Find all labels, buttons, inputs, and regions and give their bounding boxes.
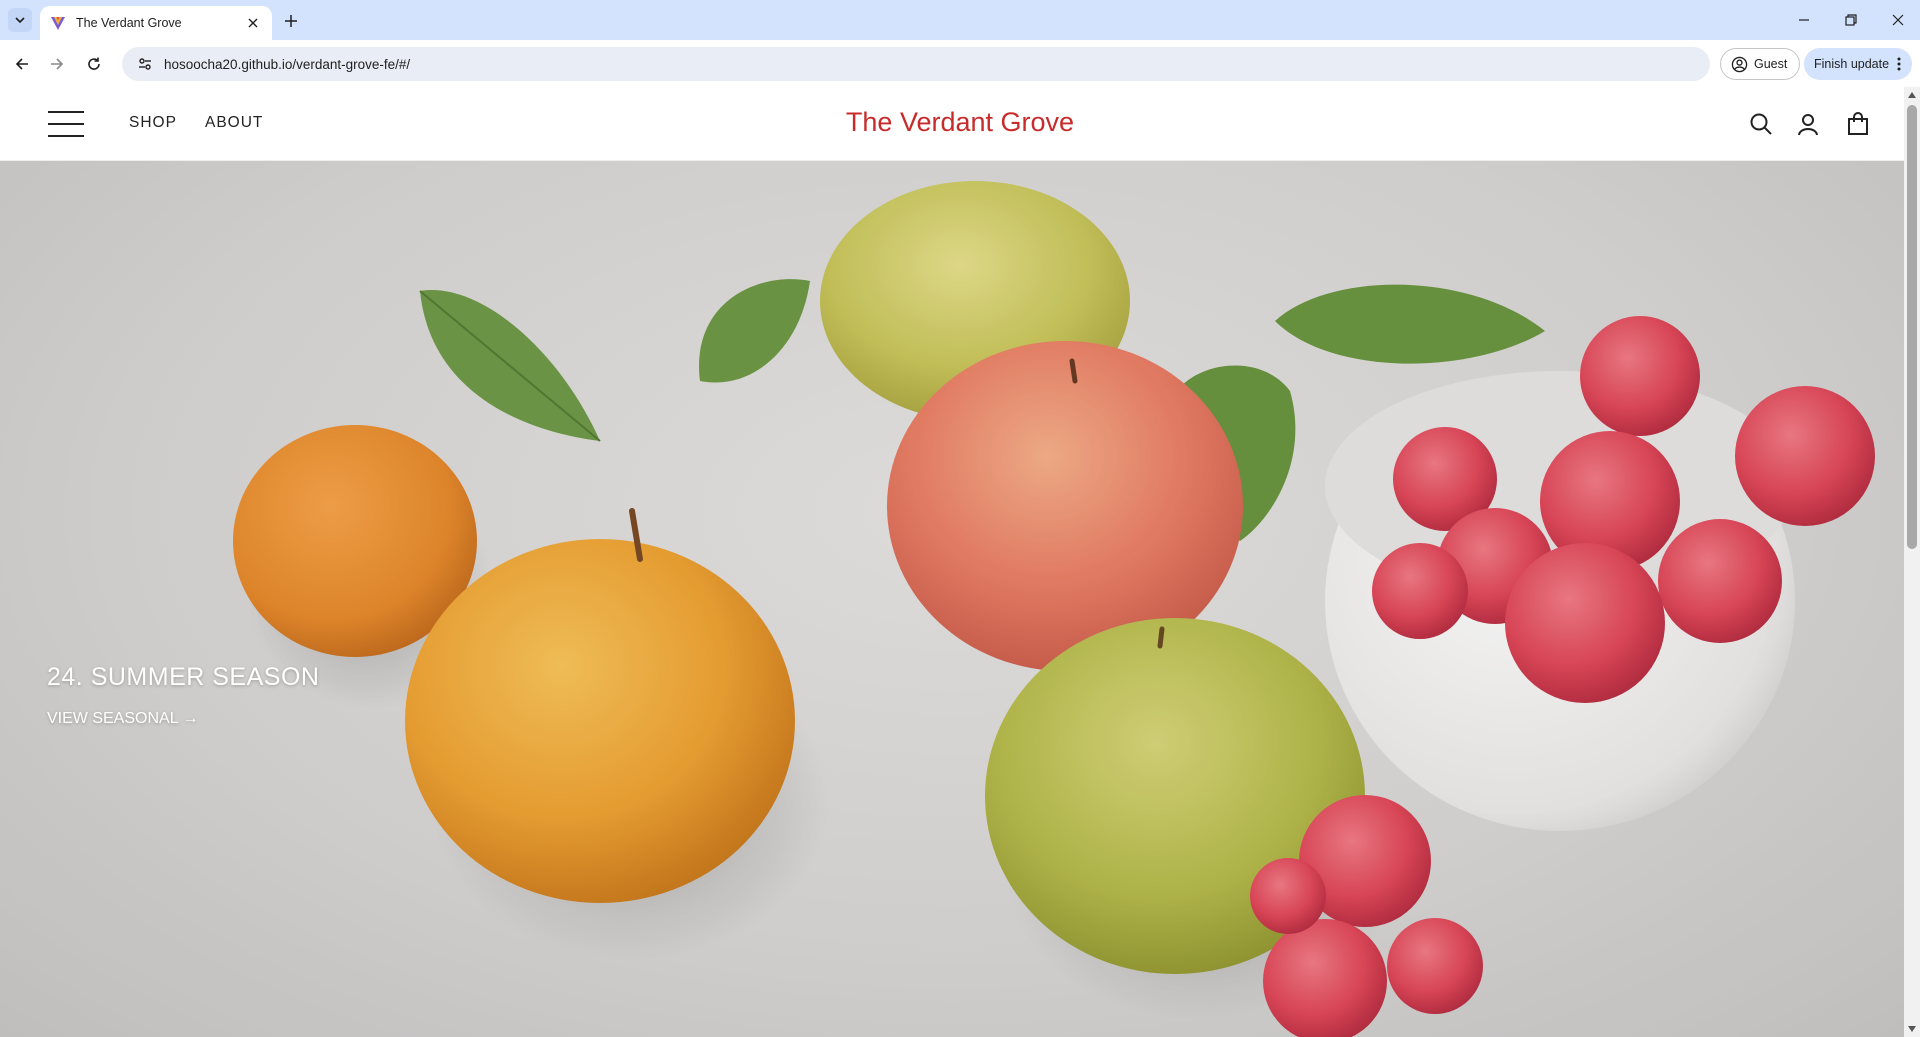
reload-icon bbox=[88, 57, 100, 70]
tab-close-button[interactable] bbox=[244, 14, 262, 32]
chevron-down-icon bbox=[15, 17, 25, 24]
arrow-left-icon bbox=[15, 58, 28, 70]
more-vert-icon bbox=[1897, 57, 1901, 71]
search-icon[interactable] bbox=[1748, 111, 1774, 137]
page-viewport: 24. SUMMER SEASON VIEW SEASONAL → SHOP A… bbox=[0, 87, 1920, 1037]
verdant-grove-favicon-icon bbox=[50, 15, 66, 31]
browser-toolbar: hosoocha20.github.io/verdant-grove-fe/#/… bbox=[0, 40, 1920, 87]
tab-search-button[interactable] bbox=[8, 8, 32, 32]
tab-title: The Verdant Grove bbox=[76, 16, 182, 30]
page-scrollbar[interactable] bbox=[1904, 87, 1920, 1037]
close-window-button[interactable] bbox=[1886, 8, 1910, 32]
browser-tab-active[interactable]: The Verdant Grove bbox=[40, 6, 272, 40]
scroll-down-button[interactable] bbox=[1904, 1021, 1920, 1037]
hero-title: 24. SUMMER SEASON bbox=[47, 663, 320, 691]
account-circle-icon bbox=[1731, 56, 1748, 72]
site-header: SHOP ABOUT The Verdant Grove bbox=[0, 87, 1904, 161]
browser-tabstrip: The Verdant Grove bbox=[0, 0, 1920, 40]
profile-button[interactable]: Guest bbox=[1720, 48, 1800, 80]
finish-update-button[interactable]: Finish update bbox=[1804, 48, 1912, 80]
tune-icon bbox=[139, 58, 151, 70]
finish-update-label: Finish update bbox=[1814, 57, 1890, 71]
scroll-thumb[interactable] bbox=[1907, 105, 1917, 549]
close-icon bbox=[248, 18, 258, 28]
restore-icon bbox=[1845, 14, 1857, 26]
new-tab-button[interactable] bbox=[280, 10, 302, 32]
reload-button[interactable] bbox=[82, 52, 106, 76]
brand-logo-text[interactable]: The Verdant Grove bbox=[0, 107, 1920, 138]
arrow-right-icon bbox=[51, 58, 64, 70]
minimize-icon bbox=[1799, 19, 1809, 21]
forward-button[interactable] bbox=[45, 52, 69, 76]
account-icon[interactable] bbox=[1795, 111, 1821, 137]
address-bar[interactable]: hosoocha20.github.io/verdant-grove-fe/#/ bbox=[122, 47, 1710, 81]
scroll-up-button[interactable] bbox=[1904, 87, 1920, 103]
hero-banner: 24. SUMMER SEASON VIEW SEASONAL → bbox=[0, 161, 1904, 1037]
close-icon bbox=[1892, 14, 1904, 26]
url-text: hosoocha20.github.io/verdant-grove-fe/#/ bbox=[164, 56, 411, 72]
hero-overlay bbox=[0, 161, 1904, 1037]
site-info-button[interactable] bbox=[128, 47, 162, 81]
back-button[interactable] bbox=[10, 52, 34, 76]
caret-up-icon bbox=[1908, 92, 1916, 98]
restore-button[interactable] bbox=[1839, 8, 1863, 32]
shopping-bag-icon[interactable] bbox=[1845, 111, 1871, 137]
minimize-button[interactable] bbox=[1792, 8, 1816, 32]
profile-label: Guest bbox=[1754, 57, 1788, 71]
plus-icon bbox=[285, 15, 297, 27]
caret-down-icon bbox=[1908, 1026, 1916, 1032]
view-seasonal-link[interactable]: VIEW SEASONAL → bbox=[47, 710, 198, 728]
